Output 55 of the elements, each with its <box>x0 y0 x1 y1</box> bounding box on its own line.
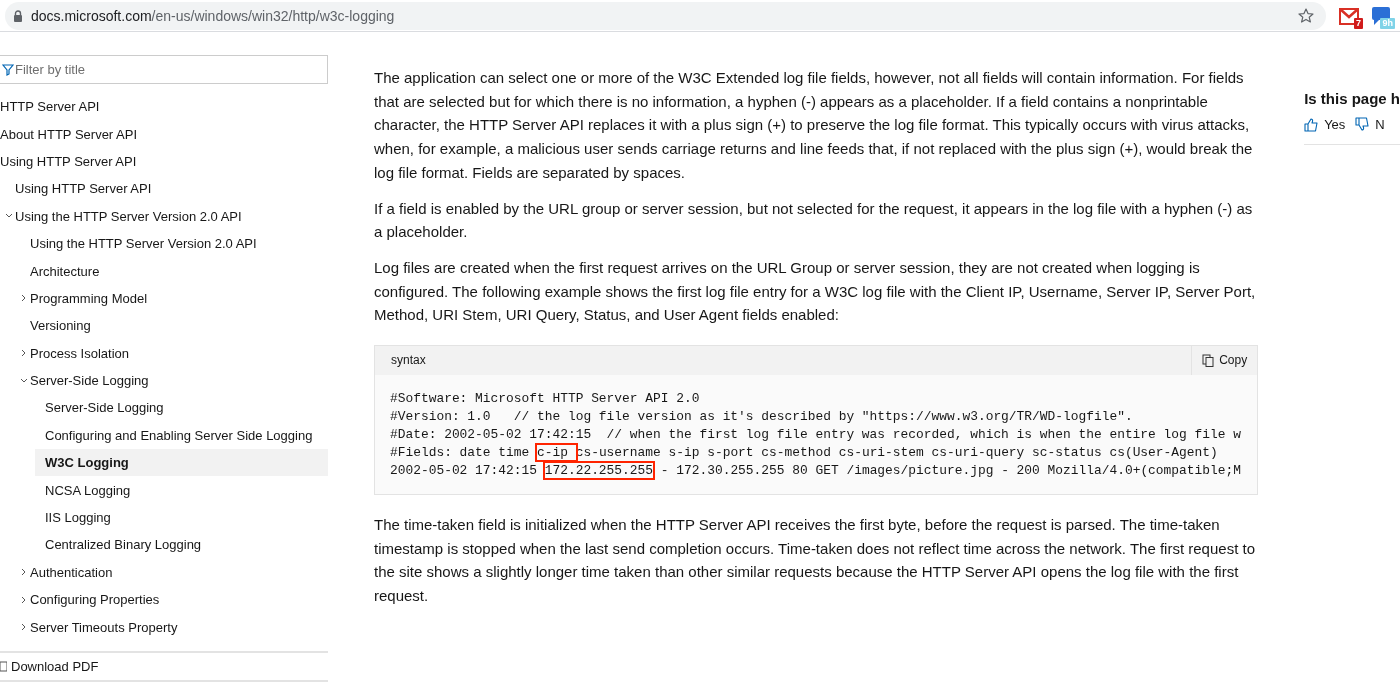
nav-item[interactable]: Configuring Properties <box>20 586 328 614</box>
nav-item[interactable]: Using the HTTP Server Version 2.0 API <box>20 229 328 258</box>
nav-item[interactable]: Server-Side Logging <box>35 394 328 422</box>
code-language-label: syntax <box>391 351 426 369</box>
nav-item[interactable]: Using the HTTP Server Version 2.0 API <box>5 202 328 230</box>
filter-icon <box>2 63 14 76</box>
chevron-right-icon <box>20 595 27 604</box>
bookmark-star-icon <box>1298 8 1314 23</box>
paragraph: The time-taken field is initialized when the HTTP Server API receives the first byte, before the request is parsed. The time-taken timestamp is stopped when the last send completion occurs. Time-taken does not reflect time across the network. The first request to the site shows a slightly longer time taken than other similar requests because the HTTP Server API opens the log file with the first request. <box>374 515 1256 607</box>
paragraph: If a field is enabled by the URL group or server session, but not selected for the request, it appears in the log file with a hyphen (-) as a placeholder. <box>374 198 1254 243</box>
nav-item[interactable]: About HTTP Server API <box>0 120 328 148</box>
paragraph: The application can select one or more of the W3C Extended log file fields, however, not all fields will contain information. For fields that are selected but for which there is no information, a hyphen (-) appears as a placeholder. If a field contains a nonprintable character, the HTTP Server API replaces it with a plus sign (+) to preserve the log file format. This typically occurs with virus attacks, when, for example, a malicious user sends carriage returns and line feeds that, if not replaced with the plus sign (+), would break the log file format. Fields are separated by spaces. <box>374 68 1254 183</box>
badge: 7 <box>1354 17 1363 29</box>
address-bar[interactable]: docs.microsoft.com/en-us/windows/win32/http/w3c-logging <box>5 1 1326 30</box>
nav-item[interactable]: Process Isolation <box>20 339 328 367</box>
url-path: /en-us/windows/win32/http/w3c-logging <box>151 7 395 24</box>
nav-item[interactable]: Configuring and Enabling Server Side Logging <box>35 421 328 450</box>
nav-item[interactable]: HTTP Server API <box>0 93 328 121</box>
lock-icon <box>13 9 23 22</box>
chevron-right-icon <box>20 349 27 358</box>
url-host: docs.microsoft.com <box>31 7 152 24</box>
code-line: #Software: Microsoft HTTP Server API 2.0 <box>390 390 700 409</box>
nav-item[interactable]: Architecture <box>20 257 328 285</box>
chevron-right-icon <box>20 294 27 303</box>
paragraph: Log files are created when the first request arrives on the URL Group or server session, they are not created when logging is configured. The following example shows the first log file entry for a W3C log file with the Client IP, Username, Server IP, Server Port, Method, URI Stem, URI Query, Status, and User Agent fields enabled: <box>374 257 1257 326</box>
chevron-right-icon <box>20 623 27 632</box>
extension-button[interactable]: 7 <box>1338 4 1360 27</box>
nav-item[interactable]: Programming Model <box>20 284 328 313</box>
document-icon <box>0 661 7 672</box>
chevron-right-icon <box>20 568 27 577</box>
feedback-question: Is this page h <box>1304 90 1400 107</box>
thumbs-down-icon <box>1355 117 1370 132</box>
code-line: 2002-05-02 17:42:15 172.22.255.255 - 172.30.255.255 80 GET /images/picture.jpg - 200 Mozilla/4.0+(compatible;M <box>390 462 1241 481</box>
no-button[interactable]: N <box>1355 117 1385 132</box>
yes-button[interactable]: Yes <box>1304 117 1346 132</box>
badge: 9h <box>1380 17 1395 29</box>
nav-item[interactable]: IIS Logging <box>35 503 328 532</box>
nav-item[interactable]: Server Timeouts Property <box>20 613 328 641</box>
code-line: #Fields: date time c-ip cs-username s-ip s-port cs-method cs-uri-stem cs-uri-query sc-status cs(User-Agent) <box>390 444 1218 463</box>
nav-item[interactable]: Versioning <box>20 312 328 340</box>
nav-item[interactable]: Server-Side Logging <box>20 366 328 395</box>
thumbs-up-icon <box>1304 117 1319 132</box>
nav-item[interactable]: Using HTTP Server API <box>0 147 328 176</box>
chevron-down-icon <box>20 376 27 385</box>
code-line: #Version: 1.0 // the log file version as it's described by "https://www.w3.org/TR/WD-logfile". <box>390 408 1133 427</box>
nav-item[interactable]: W3C Logging <box>35 449 328 477</box>
nav-item[interactable]: Using HTTP Server API <box>5 175 328 203</box>
download-link[interactable]: Download PDF <box>0 651 328 682</box>
nav-item[interactable]: Authentication <box>20 558 328 587</box>
filter-field[interactable]: Filter by title <box>0 55 328 84</box>
chat-bubble-icon <box>1370 4 1392 27</box>
copy-icon <box>1202 354 1215 368</box>
code-line: #Date: 2002-05-02 17:42:15 // when the first log file entry was recorded, which is when the entire log file w <box>390 426 1241 445</box>
nav-item[interactable]: Centralized Binary Logging <box>35 531 328 559</box>
nav-item[interactable]: NCSA Logging <box>35 476 328 504</box>
